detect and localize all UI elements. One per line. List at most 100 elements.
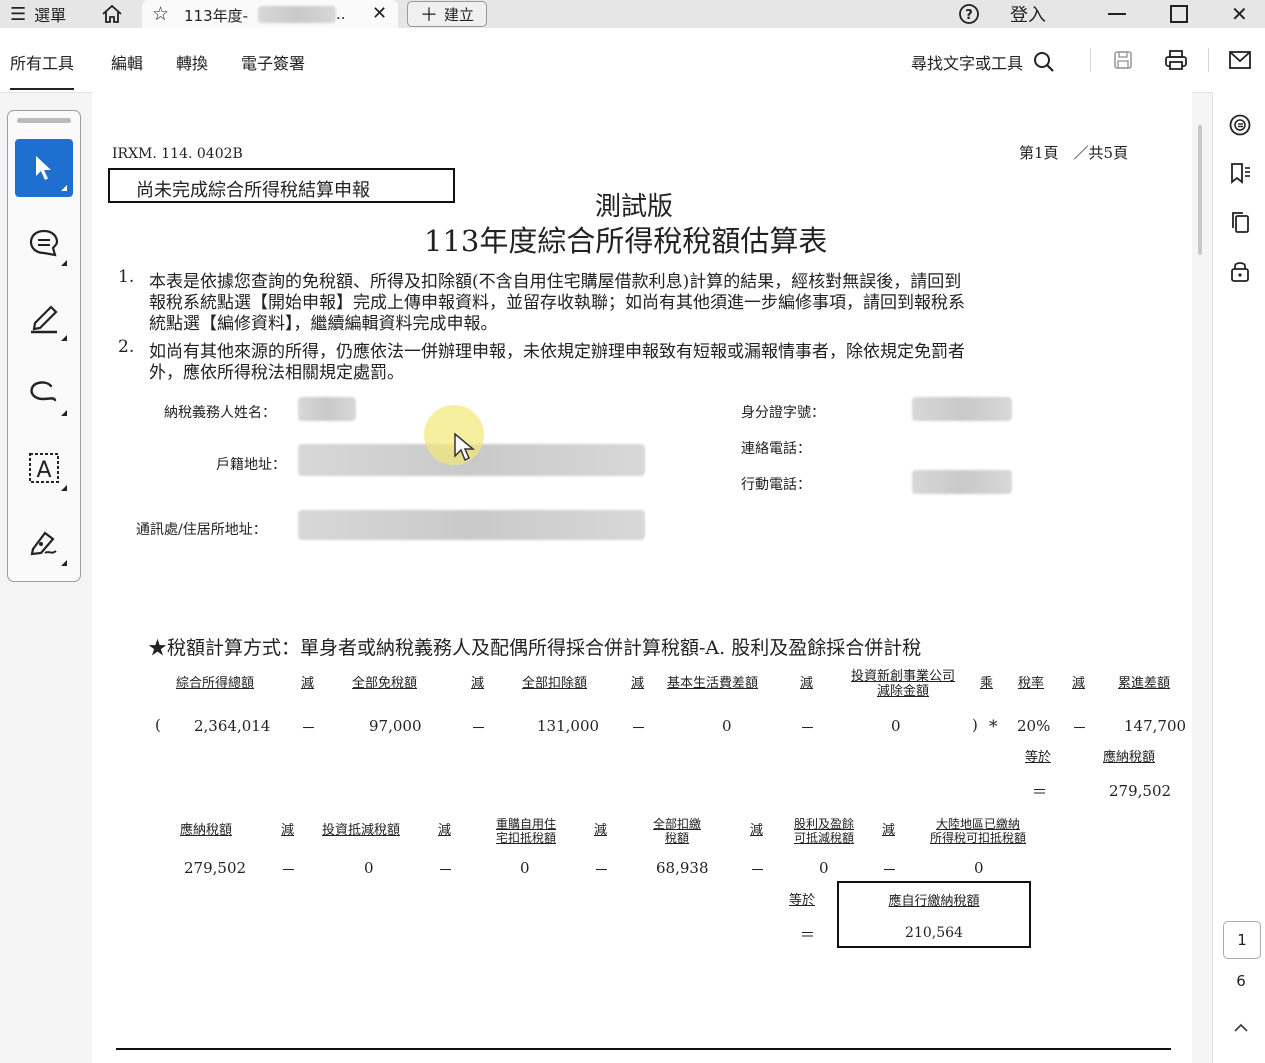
- hamburger-icon: ☰: [10, 3, 27, 25]
- tab-title: 113年度-: [184, 7, 249, 25]
- lasso-draw-icon: [30, 381, 57, 402]
- security-panel-button[interactable]: [1226, 257, 1254, 285]
- header-startup-deduction: 投資新創事業公司 減除金額: [833, 669, 973, 699]
- header-deductions: 全部扣除額: [522, 676, 588, 691]
- header-minus: 減: [631, 676, 645, 691]
- search-icon: [1034, 52, 1054, 72]
- panel-drag-handle[interactable]: [17, 118, 71, 123]
- close-paren: ): [972, 716, 978, 734]
- document-page: IRXM. 114. 0402B 第1頁 ／共5頁 尚未完成綜合所得稅結算申報 …: [92, 92, 1192, 1063]
- draw-tool-button[interactable]: [15, 364, 73, 422]
- header-equals: 等於: [789, 893, 816, 908]
- header-exemptions: 全部免稅額: [352, 676, 418, 691]
- header-rebuy-credit: 重購自用住 宅扣抵稅額: [486, 817, 566, 845]
- comment-icon: [29, 229, 59, 257]
- header-tax-payable: 應納稅額: [1103, 750, 1156, 765]
- submenu-corner: [61, 260, 67, 266]
- page-indicator: 第1頁 ／共5頁: [1019, 144, 1129, 162]
- print-button[interactable]: [1162, 46, 1190, 74]
- header-multiply: 乘: [980, 676, 994, 691]
- value-tax-payable: 279,502: [184, 859, 247, 877]
- value-startup-deduction: 0: [891, 717, 901, 735]
- phone-label: 連絡電話：: [741, 441, 811, 457]
- new-tab-label: 建立: [443, 5, 474, 24]
- document-tab[interactable]: ☆ 113年度- .. ✕: [142, 0, 398, 28]
- value-progressive-diff: 147,700: [1124, 717, 1187, 735]
- id-number-label: 身分證字號：: [741, 405, 825, 421]
- minimize-button[interactable]: [1108, 0, 1126, 28]
- bookmark-icon: [1231, 163, 1250, 184]
- bookmarks-panel-button[interactable]: [1226, 159, 1254, 187]
- search-tools-button[interactable]: 尋找文字或工具: [911, 50, 1055, 74]
- value-tax-rate: 20%: [1017, 717, 1051, 735]
- minus-sign: －: [438, 861, 454, 879]
- comment-bubble-icon: [1229, 114, 1251, 136]
- save-button[interactable]: [1109, 46, 1137, 74]
- submenu-corner: [61, 485, 67, 491]
- close-window-button[interactable]: ✕: [1231, 0, 1248, 28]
- form-code: IRXM. 114. 0402B: [112, 146, 243, 162]
- value-rebuy-credit: 0: [520, 859, 530, 877]
- minus-sign: －: [471, 719, 487, 737]
- status-box-text: 尚未完成綜合所得稅結算申報: [136, 180, 370, 201]
- close-tab-icon[interactable]: ✕: [372, 3, 387, 24]
- menu-edit[interactable]: 編輯: [111, 50, 143, 74]
- new-tab-button[interactable]: ＋ 建立: [407, 1, 487, 27]
- value-deductions: 131,000: [537, 717, 600, 735]
- menu-button[interactable]: ☰ 選單: [10, 0, 66, 28]
- previous-page-button[interactable]: [1226, 1016, 1256, 1040]
- submenu-corner: [61, 335, 67, 341]
- vertical-scrollbar[interactable]: [1198, 125, 1202, 255]
- menu-all-tools[interactable]: 所有工具: [10, 50, 75, 90]
- header-minus: 減: [438, 823, 452, 838]
- value-withheld: 68,938: [656, 859, 709, 877]
- home-button[interactable]: [100, 0, 124, 28]
- maximize-button[interactable]: [1170, 0, 1188, 28]
- save-icon: [1114, 51, 1132, 69]
- header-total-income: 綜合所得總額: [176, 676, 255, 691]
- svg-text:A: A: [36, 458, 51, 483]
- status-box: 尚未完成綜合所得稅結算申報: [108, 168, 455, 203]
- home-icon: [102, 4, 122, 23]
- star-icon[interactable]: ☆: [152, 3, 169, 25]
- submenu-corner: [61, 410, 67, 416]
- help-button[interactable]: ?: [958, 0, 980, 28]
- header-minus: 減: [1072, 676, 1086, 691]
- mobile-redacted: [912, 470, 1012, 494]
- menu-convert[interactable]: 轉換: [176, 50, 208, 74]
- header-progressive-diff: 累進差額: [1118, 676, 1171, 691]
- header-minus: 減: [594, 823, 608, 838]
- header-tax-payable: 應納稅額: [180, 823, 233, 838]
- comments-panel-button[interactable]: [1226, 111, 1254, 139]
- comment-tool-button[interactable]: [15, 214, 73, 272]
- sign-tool-button[interactable]: [15, 514, 73, 572]
- mailing-address-redacted: [298, 510, 645, 540]
- text-recognition-tool-button[interactable]: A: [15, 439, 73, 497]
- maximize-icon: [1170, 5, 1188, 23]
- main-title: 113年度綜合所得稅稅額估算表: [424, 224, 828, 258]
- current-page-input[interactable]: 1: [1223, 921, 1261, 959]
- header-self-pay-tax: 應自行繳納稅額: [888, 894, 980, 909]
- taxpayer-name-redacted: [298, 397, 356, 421]
- header-minus: 減: [750, 823, 764, 838]
- minus-sign: －: [631, 719, 647, 737]
- header-startup-line: 減除金額: [876, 684, 929, 699]
- plus-icon: ＋: [419, 5, 438, 26]
- login-button[interactable]: 登入: [1010, 0, 1046, 28]
- select-tool-button[interactable]: [15, 139, 73, 197]
- value-exemptions: 97,000: [369, 717, 422, 735]
- help-icon: ?: [959, 4, 979, 24]
- highlight-tool-button[interactable]: [15, 289, 73, 347]
- tab-title-redacted: [258, 6, 336, 23]
- header-withheld-line: 稅額: [664, 831, 689, 845]
- quick-tools-panel: A: [7, 110, 81, 582]
- header-dividend-credit: 股利及盈餘 可抵減稅額: [784, 817, 864, 845]
- header-minus: 減: [471, 676, 485, 691]
- header-minus: 減: [281, 823, 295, 838]
- menu-esign[interactable]: 電子簽署: [241, 50, 305, 74]
- share-email-button[interactable]: [1226, 46, 1254, 74]
- value-total-income: 2,364,014: [194, 717, 271, 735]
- pages-panel-button[interactable]: [1226, 208, 1254, 236]
- value-mainland-credit: 0: [974, 859, 984, 877]
- header-mainland-line: 大陸地區已繳納: [935, 817, 1020, 831]
